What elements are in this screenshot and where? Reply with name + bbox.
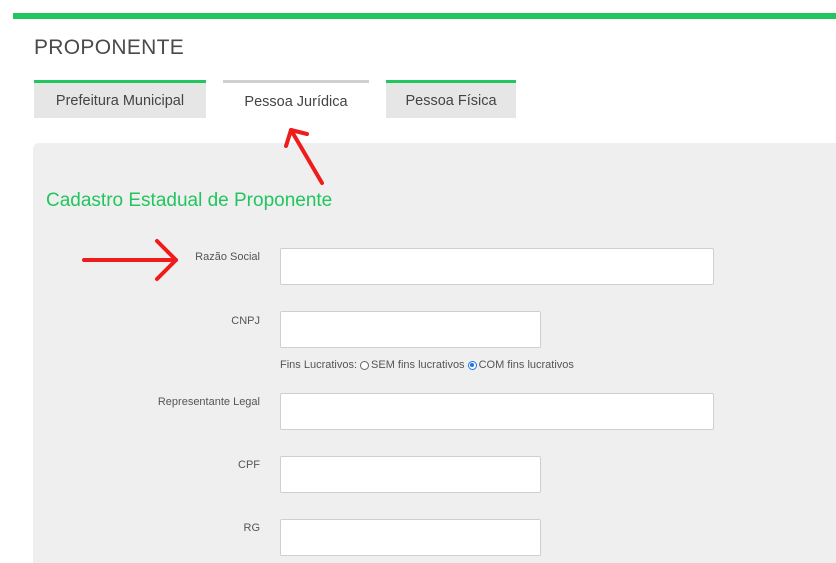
rg-label: RG (243, 522, 261, 534)
representante-legal-input[interactable] (280, 393, 714, 430)
fins-lucrativos-label: Fins Lucrativos: (280, 359, 358, 371)
tab-pessoa-fisica[interactable]: Pessoa Física (386, 80, 516, 118)
razao-social-input[interactable] (280, 248, 714, 285)
tab-prefeitura-municipal[interactable]: Prefeitura Municipal (34, 80, 206, 118)
page-title: PROPONENTE (34, 36, 185, 59)
razao-social-label: Razão Social (195, 251, 260, 263)
tab-label: Pessoa Física (405, 92, 497, 109)
cnpj-label: CNPJ (231, 315, 260, 327)
rg-input[interactable] (280, 519, 541, 556)
representante-legal-label: Representante Legal (157, 396, 260, 408)
tab-pessoa-juridica[interactable]: Pessoa Jurídica (223, 80, 369, 120)
radio-sem-fins-label[interactable]: SEM fins lucrativos (371, 359, 465, 371)
fins-lucrativos-group: Fins Lucrativos: SEM fins lucrativos COM… (280, 359, 574, 371)
radio-com-fins[interactable] (467, 360, 477, 370)
cpf-input[interactable] (280, 456, 541, 493)
tab-label: Prefeitura Municipal (55, 92, 185, 109)
radio-com-fins-label[interactable]: COM fins lucrativos (479, 359, 574, 371)
section-title: Cadastro Estadual de Proponente (46, 190, 333, 211)
radio-sem-fins[interactable] (360, 360, 370, 370)
cnpj-input[interactable] (280, 311, 541, 348)
cpf-label: CPF (238, 459, 260, 471)
tab-label: Pessoa Jurídica (244, 93, 348, 110)
top-accent-bar (13, 13, 836, 19)
